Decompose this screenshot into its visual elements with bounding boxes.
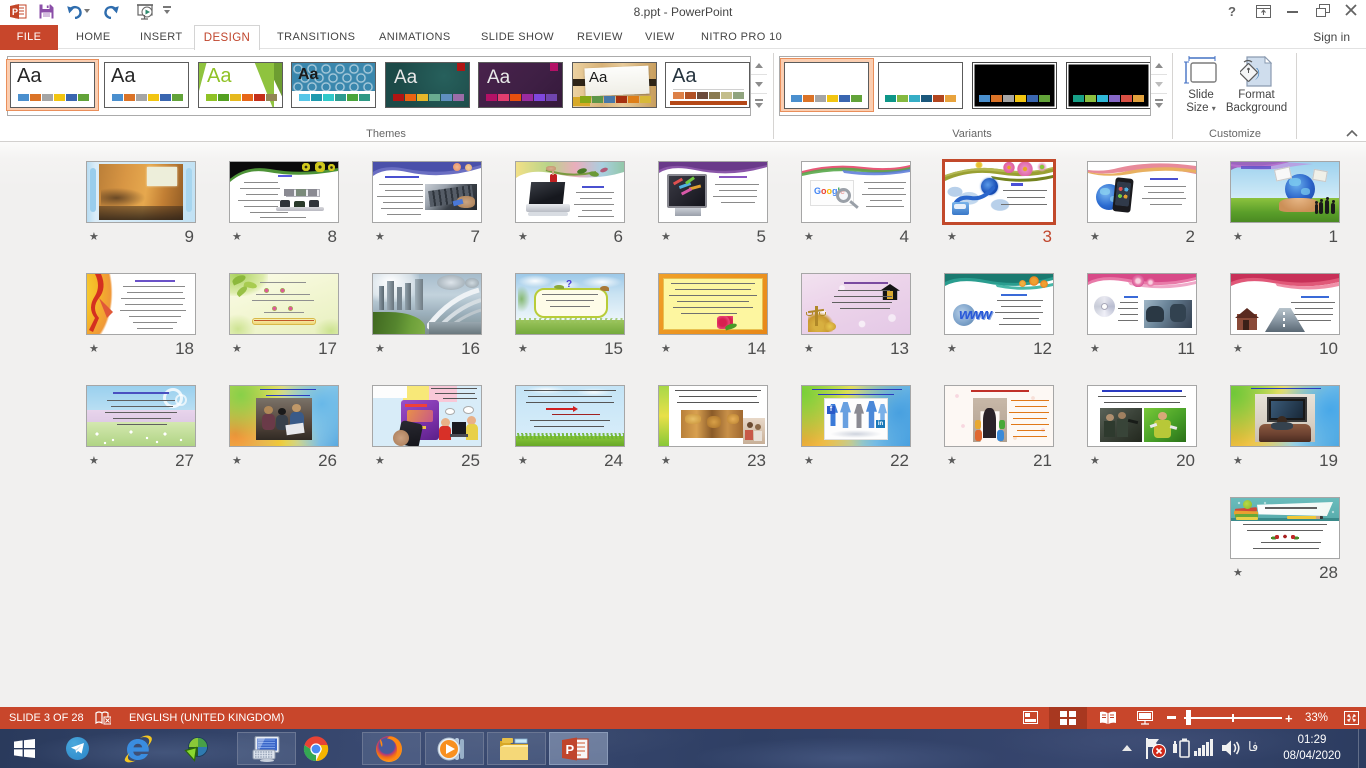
svg-text:P: P	[566, 742, 575, 757]
